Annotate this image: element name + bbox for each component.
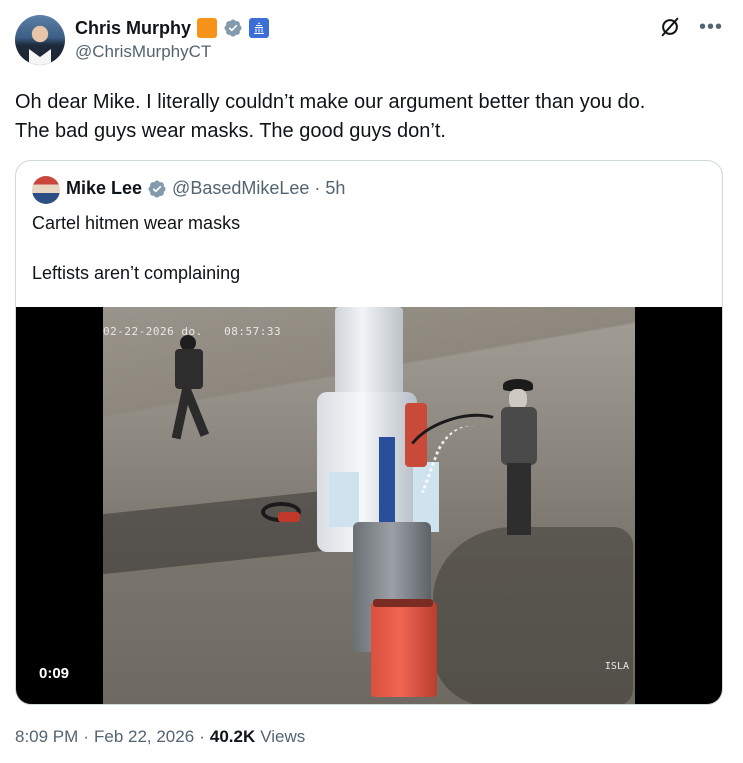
tweet-date[interactable]: Feb 22, 2026 bbox=[94, 727, 194, 747]
bin-lid bbox=[373, 599, 433, 607]
pump-sign-left bbox=[329, 472, 359, 527]
quoted-tweet-text: Cartel hitmen wear masks Leftists aren’t… bbox=[32, 213, 241, 283]
views-label: Views bbox=[260, 727, 306, 746]
quoted-author-row: Mike Lee @BasedMikeLee · 5h bbox=[66, 178, 345, 199]
separator-dot: · bbox=[83, 727, 89, 746]
quoted-author-handle[interactable]: @BasedMikeLee bbox=[172, 178, 309, 199]
separator-dot: · bbox=[199, 727, 205, 746]
pump-stripe bbox=[379, 437, 395, 527]
separator-dot: · bbox=[314, 178, 321, 198]
capitol-building-icon[interactable] bbox=[249, 18, 270, 38]
grok-icon[interactable] bbox=[659, 16, 681, 38]
video-duration-badge: 0:09 bbox=[30, 662, 79, 685]
author-name-row: Chris Murphy bbox=[75, 16, 270, 40]
author-avatar[interactable] bbox=[15, 15, 65, 65]
quoted-tweet-age[interactable]: 5h bbox=[325, 178, 345, 199]
figure-torso bbox=[175, 349, 203, 389]
quoted-author-avatar[interactable] bbox=[32, 176, 60, 204]
red-trash-bin bbox=[371, 602, 437, 697]
tweet-actions-top: ••• bbox=[659, 16, 723, 38]
more-options-icon[interactable]: ••• bbox=[699, 16, 723, 38]
author-display-name[interactable]: Chris Murphy bbox=[75, 18, 191, 39]
views-count[interactable]: 40.2K bbox=[210, 727, 255, 747]
video-camera-label: ISLA bbox=[604, 661, 629, 672]
video-frame: 02-22-2026 do. 08:57:33 ISLA bbox=[103, 307, 635, 704]
figure-legs bbox=[507, 463, 531, 535]
tweet-time[interactable]: 8:09 PM bbox=[15, 727, 78, 747]
masked-man-figure bbox=[171, 335, 210, 440]
video-player[interactable]: 02-22-2026 do. 08:57:33 ISLA 0:09 bbox=[16, 307, 722, 704]
verified-badge-icon[interactable] bbox=[223, 18, 243, 38]
tweet-text: Oh dear Mike. I literally couldn’t make … bbox=[15, 91, 646, 142]
orange-square-badge-icon[interactable] bbox=[197, 18, 218, 38]
quoted-author-display-name[interactable]: Mike Lee bbox=[66, 178, 142, 199]
quoted-tweet[interactable]: Mike Lee @BasedMikeLee · 5h Cartel hitme… bbox=[15, 160, 723, 705]
wet-ground bbox=[433, 527, 633, 704]
figure-head bbox=[509, 389, 527, 409]
attendant-figure bbox=[501, 379, 541, 539]
verified-badge-icon[interactable] bbox=[147, 179, 167, 199]
tweet-meta: 8:09 PM · Feb 22, 2026 · 40.2K Views bbox=[15, 727, 305, 747]
author-handle[interactable]: @ChrisMurphyCT bbox=[75, 42, 211, 62]
dropped-nozzle bbox=[278, 512, 300, 522]
figure-torso bbox=[501, 407, 537, 465]
video-overlay-timestamp: 02-22-2026 do. 08:57:33 bbox=[103, 325, 282, 338]
shadow bbox=[103, 489, 333, 575]
